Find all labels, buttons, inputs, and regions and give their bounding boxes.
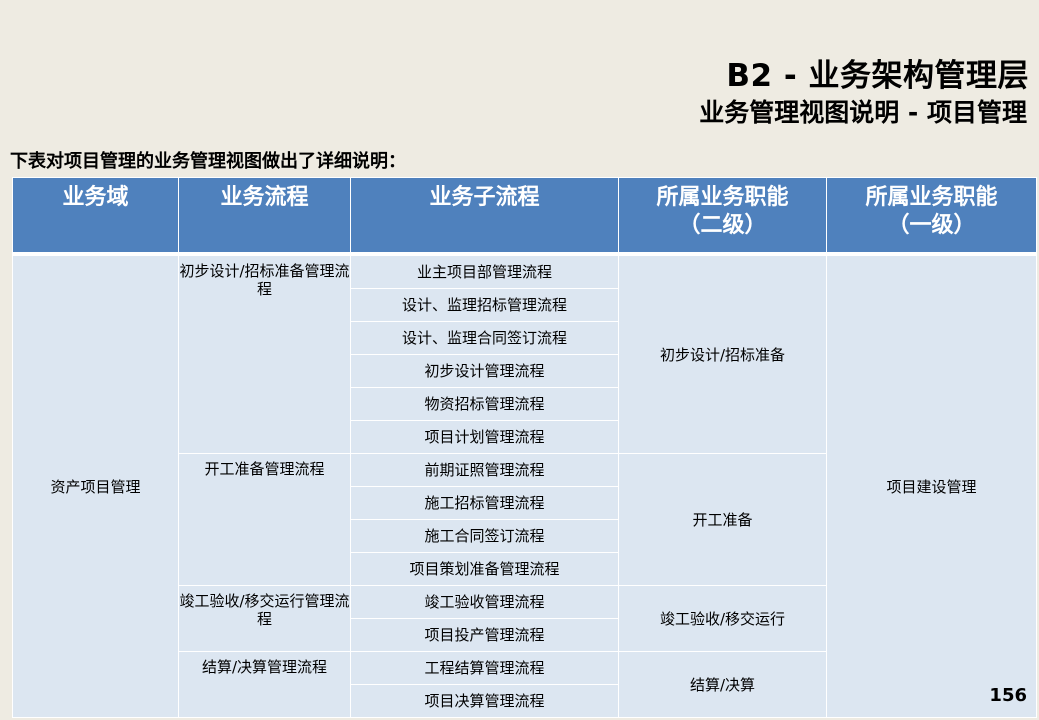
page-title: B2 - 业务架构管理层 bbox=[726, 58, 1029, 94]
cell-subprocess: 设计、监理合同签订流程 bbox=[350, 321, 619, 355]
header-domain: 业务域 bbox=[12, 177, 179, 256]
cell-subprocess: 项目决算管理流程 bbox=[350, 684, 619, 718]
page-subtitle: 业务管理视图说明 - 项目管理 bbox=[699, 98, 1027, 127]
table-row: 资产项目管理 初步设计/招标准备管理流程 业主项目部管理流程 初步设计/招标准备… bbox=[12, 253, 1037, 718]
cell-subprocess: 前期证照管理流程 bbox=[350, 453, 619, 487]
business-view-table: 业务域 业务流程 业务子流程 所属业务职能 （二级） 所属业务职能 （一级） 资… bbox=[12, 177, 1037, 718]
intro-text: 下表对项目管理的业务管理视图做出了详细说明： bbox=[10, 151, 406, 172]
cell-subprocess: 设计、监理招标管理流程 bbox=[350, 288, 619, 322]
cell-process: 初步设计/招标准备管理流程 bbox=[178, 253, 351, 454]
cell-process: 结算/决算管理流程 bbox=[178, 651, 351, 718]
cell-subprocess: 初步设计管理流程 bbox=[350, 354, 619, 388]
cell-function-level2: 初步设计/招标准备 bbox=[618, 253, 827, 454]
cell-subprocess: 施工合同签订流程 bbox=[350, 519, 619, 553]
cell-subprocess: 施工招标管理流程 bbox=[350, 486, 619, 520]
cell-function-level2: 开工准备 bbox=[618, 453, 827, 586]
cell-subprocess: 竣工验收管理流程 bbox=[350, 585, 619, 619]
cell-function-level2: 结算/决算 bbox=[618, 651, 827, 718]
cell-subprocess: 项目计划管理流程 bbox=[350, 420, 619, 454]
header-subprocess: 业务子流程 bbox=[350, 177, 619, 256]
cell-function-level2: 竣工验收/移交运行 bbox=[618, 585, 827, 652]
cell-subprocess: 项目投产管理流程 bbox=[350, 618, 619, 652]
cell-function-level1: 项目建设管理 bbox=[826, 253, 1037, 718]
cell-subprocess: 项目策划准备管理流程 bbox=[350, 552, 619, 586]
header-function-level1: 所属业务职能 （一级） bbox=[826, 177, 1037, 256]
table-header-row: 业务域 业务流程 业务子流程 所属业务职能 （二级） 所属业务职能 （一级） bbox=[12, 177, 1037, 256]
page-number: 156 bbox=[989, 685, 1027, 706]
cell-subprocess: 物资招标管理流程 bbox=[350, 387, 619, 421]
cell-subprocess: 业主项目部管理流程 bbox=[350, 253, 619, 289]
header-process: 业务流程 bbox=[178, 177, 351, 256]
header-function-level2: 所属业务职能 （二级） bbox=[618, 177, 827, 256]
cell-process: 开工准备管理流程 bbox=[178, 453, 351, 586]
cell-subprocess: 工程结算管理流程 bbox=[350, 651, 619, 685]
cell-process: 竣工验收/移交运行管理流程 bbox=[178, 585, 351, 652]
cell-domain: 资产项目管理 bbox=[12, 253, 179, 718]
